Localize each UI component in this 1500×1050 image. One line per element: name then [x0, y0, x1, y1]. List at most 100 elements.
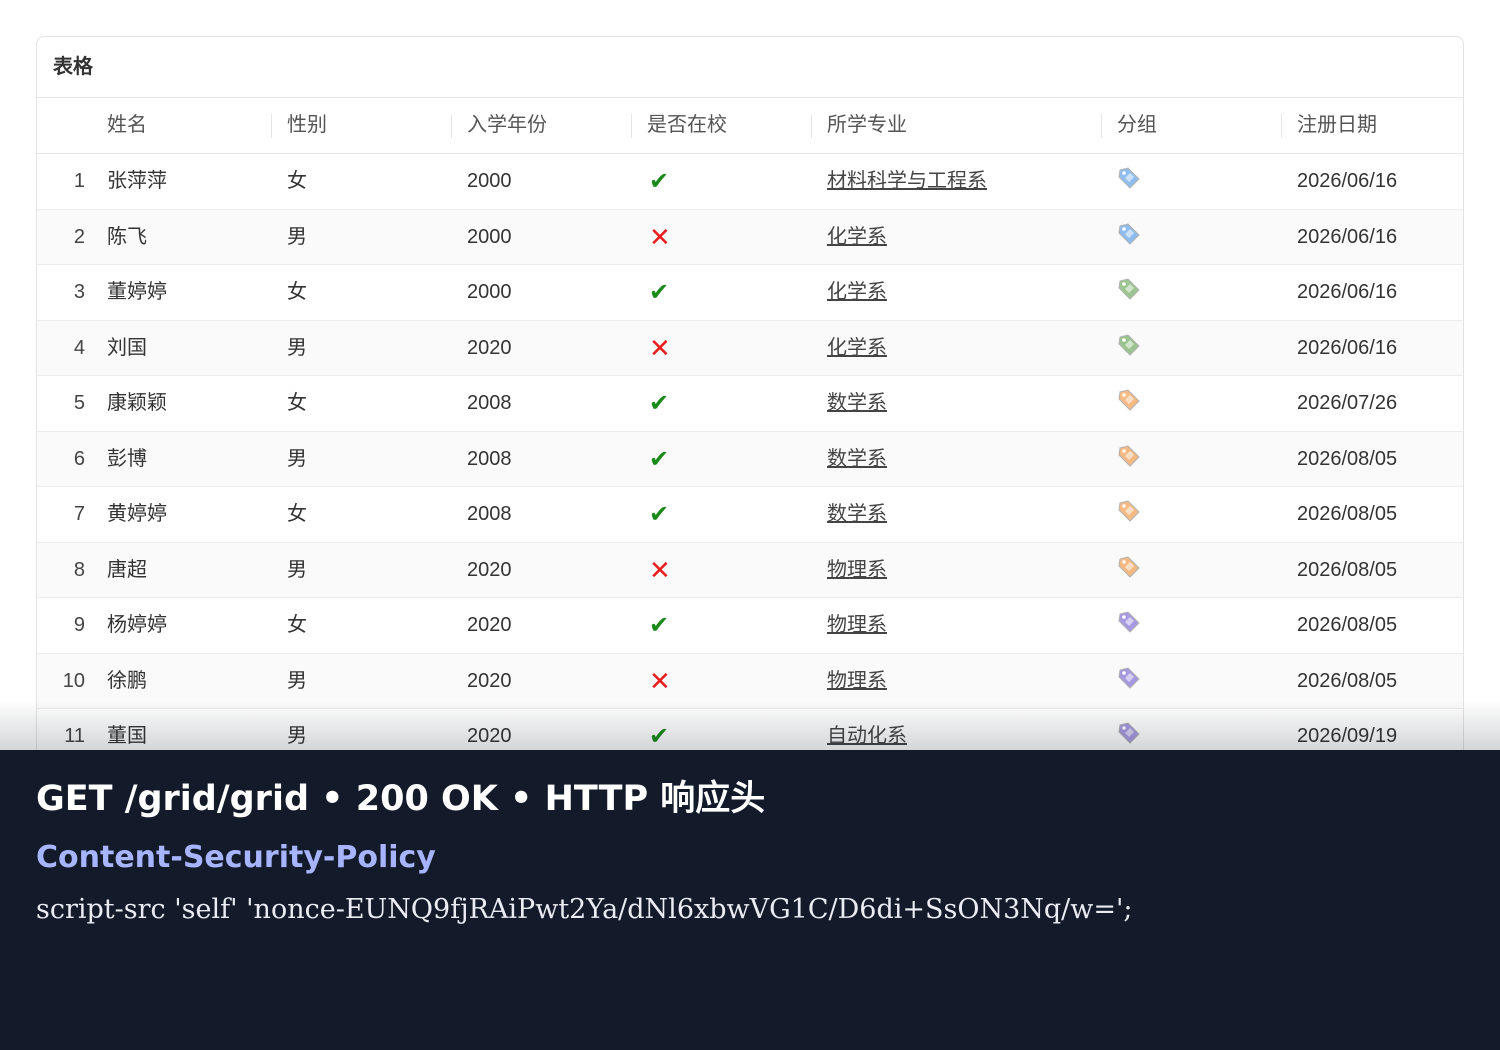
column-header-date[interactable]: 注册日期 [1297, 98, 1377, 153]
column-header-enrolled[interactable]: 是否在校 [647, 98, 727, 153]
column-separator[interactable] [451, 114, 452, 138]
major-link[interactable]: 材料科学与工程系 [827, 154, 987, 209]
name-cell: 刘国 [107, 336, 147, 359]
cross-icon: ✕ [649, 332, 671, 363]
table-row[interactable]: 10 徐鹏 男 2020 ✕ 物理系 2026/08/05 [37, 653, 1463, 709]
column-header-major[interactable]: 所学专业 [827, 98, 907, 153]
column-separator[interactable] [271, 114, 272, 138]
column-header-group[interactable]: 分组 [1117, 98, 1157, 153]
date-cell: 2026/06/16 [1297, 170, 1398, 192]
column-header-gender[interactable]: 性别 [287, 98, 327, 153]
gender-cell: 男 [287, 336, 307, 359]
year-cell: 2008 [467, 503, 512, 525]
name-cell: 陈飞 [107, 225, 147, 248]
name-cell: 黄婷婷 [107, 503, 167, 525]
table-row[interactable]: 9 杨婷婷 女 2020 ✔ 物理系 2026/08/05 [37, 598, 1463, 654]
tag-icon [1118, 666, 1140, 689]
row-index: 4 [73, 336, 85, 359]
name-cell: 徐鹏 [107, 669, 147, 692]
table-body: 1 张萍萍女 2000 ✔ 材料科学与工程系 2026/06/16 2 陈飞男 2000 ✕ 化学系… [37, 154, 1463, 765]
row-index: 7 [73, 503, 85, 525]
gender-cell: 女 [287, 392, 307, 414]
check-icon: ✔ [649, 501, 670, 528]
panel-title: 表格 [37, 37, 1463, 98]
name-cell: 张萍萍 [107, 170, 167, 192]
tag-icon [1118, 167, 1140, 189]
gender-cell: 男 [287, 447, 307, 470]
row-index: 3 [73, 281, 85, 303]
date-cell: 2026/06/16 [1297, 281, 1398, 303]
row-index: 9 [73, 614, 85, 636]
major-link[interactable]: 物理系 [827, 598, 887, 653]
date-cell: 2026/07/26 [1297, 392, 1398, 414]
date-cell: 2026/08/05 [1297, 503, 1398, 525]
gender-cell: 女 [287, 503, 307, 525]
year-cell: 2000 [467, 225, 512, 248]
cross-icon: ✕ [649, 554, 671, 585]
cross-icon: ✕ [649, 221, 671, 252]
tag-icon [1118, 611, 1140, 633]
table-row[interactable]: 4 刘国 男 2020 ✕ 化学系 2026/06/16 [37, 320, 1463, 376]
tag-icon [1118, 389, 1140, 411]
date-cell: 2026/08/05 [1297, 447, 1398, 470]
year-cell: 2020 [467, 336, 512, 359]
gender-cell: 女 [287, 170, 307, 192]
table-row[interactable]: 5 康颖颖 女 2008 ✔ 数学系 2026/07/26 [37, 376, 1463, 432]
date-cell: 2026/08/05 [1297, 558, 1398, 581]
year-cell: 2020 [467, 669, 512, 692]
date-cell: 2026/08/05 [1297, 669, 1398, 692]
tag-icon [1118, 333, 1140, 356]
gender-cell: 女 [287, 614, 307, 636]
major-link[interactable]: 数学系 [827, 432, 887, 487]
overlay-title: GET /grid/grid • 200 OK • HTTP 响应头 [36, 779, 766, 819]
table-row[interactable]: 8 唐超 男 2020 ✕ 物理系 2026/08/05 [37, 542, 1463, 598]
column-separator[interactable] [631, 114, 632, 138]
table-row[interactable]: 2 陈飞 男 2000 ✕ 化学系 2026/06/16 [37, 209, 1463, 265]
tag-icon [1118, 722, 1140, 744]
major-link[interactable]: 数学系 [827, 376, 887, 431]
year-cell: 2008 [467, 392, 512, 414]
row-index: 8 [73, 558, 85, 581]
column-separator[interactable] [811, 114, 812, 138]
check-icon: ✔ [649, 279, 670, 306]
column-header-year[interactable]: 入学年份 [467, 98, 547, 153]
year-cell: 2008 [467, 447, 512, 470]
year-cell: 2000 [467, 281, 512, 303]
gender-cell: 男 [287, 225, 307, 248]
row-index: 2 [73, 225, 85, 248]
table-row[interactable]: 7 黄婷婷 女 2008 ✔ 数学系 2026/08/05 [37, 487, 1463, 543]
major-link[interactable]: 物理系 [827, 543, 887, 598]
gender-cell: 女 [287, 281, 307, 303]
major-link[interactable]: 物理系 [827, 654, 887, 709]
check-icon: ✔ [649, 168, 670, 195]
year-cell: 2000 [467, 170, 512, 192]
major-link[interactable]: 化学系 [827, 321, 887, 376]
major-link[interactable]: 化学系 [827, 210, 887, 265]
column-separator[interactable] [1101, 114, 1102, 138]
row-index: 10 [62, 669, 85, 692]
gender-cell: 男 [287, 558, 307, 581]
year-cell: 2020 [467, 614, 512, 636]
column-separator[interactable] [1281, 114, 1282, 138]
tag-icon [1118, 500, 1140, 522]
name-cell: 唐超 [107, 558, 147, 581]
name-cell: 杨婷婷 [107, 614, 167, 636]
check-icon: ✔ [649, 445, 670, 473]
date-cell: 2026/08/05 [1297, 614, 1398, 636]
check-icon: ✔ [649, 390, 670, 417]
major-link[interactable]: 数学系 [827, 487, 887, 542]
cross-icon: ✕ [649, 665, 671, 696]
header-value: script-src 'self' 'nonce-EUNQ9fjRAiPwt2Y… [36, 894, 1133, 925]
tag-icon [1118, 222, 1140, 245]
column-header-name[interactable]: 姓名 [107, 98, 147, 153]
table-row[interactable]: 3 董婷婷 女 2000 ✔ 化学系 2026/06/16 [37, 265, 1463, 321]
row-index: 6 [73, 447, 85, 470]
table-row[interactable]: 6 彭博 男 2008 ✔ 数学系 2026/08/05 [37, 431, 1463, 487]
date-cell: 2026/06/16 [1297, 225, 1398, 248]
tag-icon [1118, 555, 1140, 578]
major-link[interactable]: 化学系 [827, 265, 887, 320]
row-index: 1 [73, 170, 85, 192]
table-row[interactable]: 1 张萍萍 女 2000 ✔ 材料科学与工程系 2026/06/16 [37, 154, 1463, 210]
row-index: 5 [73, 392, 85, 414]
tag-icon [1118, 444, 1140, 467]
